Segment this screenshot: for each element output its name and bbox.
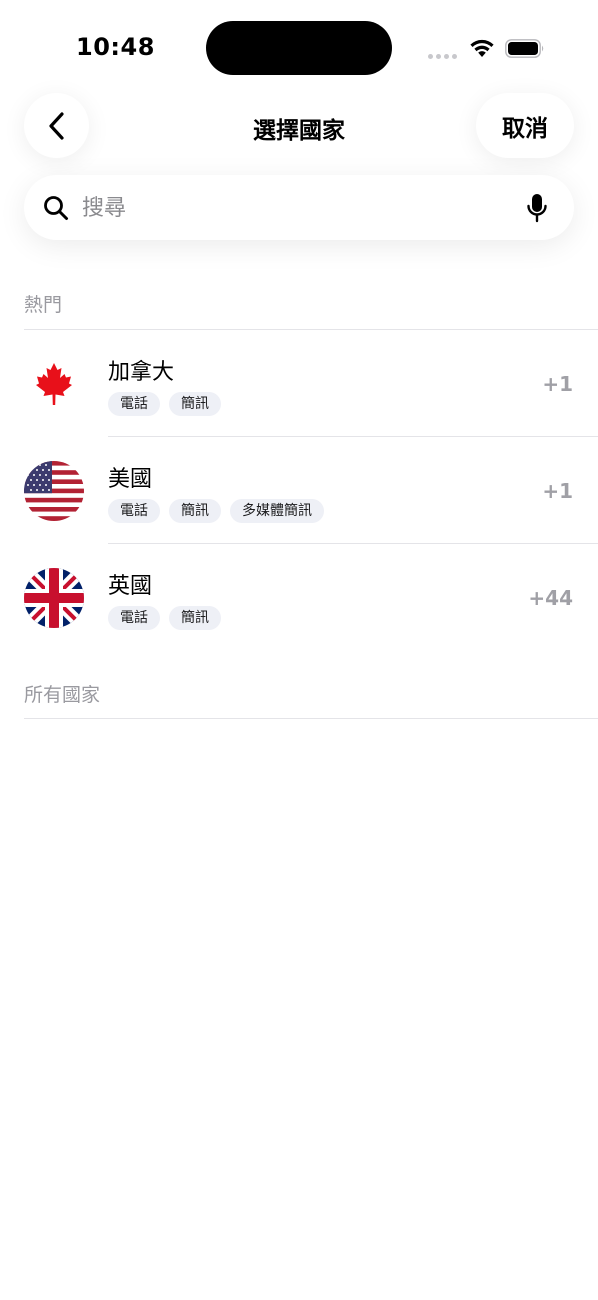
search-bar[interactable]	[24, 175, 574, 240]
country-row-usa[interactable]: 美國 電話 簡訊 多媒體簡訊 +1	[0, 437, 598, 544]
usa-flag-icon	[24, 461, 84, 521]
dial-code: +44	[528, 586, 573, 610]
search-icon	[44, 196, 68, 220]
section-label-popular: 熱門	[24, 294, 63, 316]
dynamic-island	[206, 21, 392, 75]
canada-flag-icon	[24, 354, 84, 414]
country-name: 英國	[108, 574, 153, 599]
status-bar: 10:48	[0, 0, 598, 96]
navigation-header: 選擇國家 取消	[0, 92, 598, 160]
country-picker-screen: 10:48 選擇國家 取消 搜尋 熱門 加拿大 電話 簡訊 +1 美國 電話 簡…	[0, 0, 598, 1300]
tag-sms: 簡訊	[169, 499, 221, 523]
tag-voice: 電話	[108, 499, 160, 523]
cancel-button[interactable]: 取消	[476, 93, 574, 158]
wifi-icon	[470, 39, 494, 57]
dial-code: +1	[542, 479, 573, 503]
microphone-icon[interactable]	[526, 192, 548, 224]
search-input[interactable]	[82, 187, 512, 229]
battery-icon	[505, 39, 544, 58]
tag-mms: 多媒體簡訊	[230, 499, 324, 523]
cellular-signal-icon	[428, 49, 458, 59]
section-label-all: 所有國家	[24, 684, 101, 706]
capability-tags: 電話 簡訊	[108, 392, 221, 416]
tag-sms: 簡訊	[169, 606, 221, 630]
country-row-uk[interactable]: 英國 電話 簡訊 +44	[0, 544, 598, 651]
section-divider	[24, 718, 598, 719]
tag-sms: 簡訊	[169, 392, 221, 416]
status-time: 10:48	[76, 33, 155, 61]
dial-code: +1	[542, 372, 573, 396]
country-row-canada[interactable]: 加拿大 電話 簡訊 +1	[0, 330, 598, 437]
country-name: 美國	[108, 467, 153, 492]
tag-voice: 電話	[108, 392, 160, 416]
capability-tags: 電話 簡訊	[108, 606, 221, 630]
capability-tags: 電話 簡訊 多媒體簡訊	[108, 499, 324, 523]
tag-voice: 電話	[108, 606, 160, 630]
country-name: 加拿大	[108, 360, 175, 385]
uk-flag-icon	[24, 568, 84, 628]
